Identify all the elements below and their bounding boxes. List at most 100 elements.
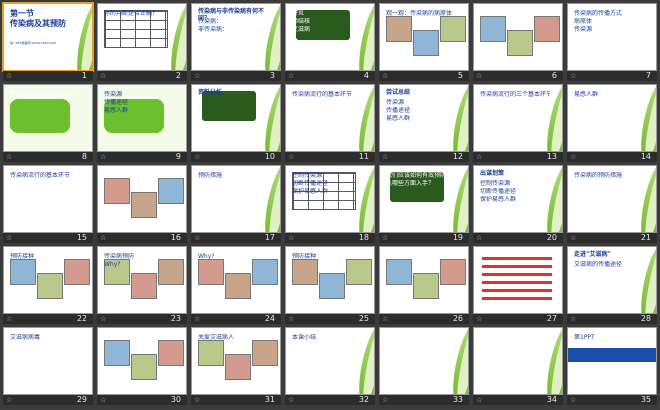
- star-icon: ☆: [476, 72, 483, 80]
- slide-thumbnail-14[interactable]: 易感人群 ☆ 14: [566, 83, 658, 163]
- slide-number: 28: [640, 314, 651, 323]
- slide-thumbnail-17[interactable]: 预防措施 ☆ 17: [190, 164, 282, 244]
- slide-thumbnail-8[interactable]: 传染病的流行必须具备三个环节☆8: [2, 83, 94, 163]
- slide-preview: 传染病流行的基本环节: [3, 165, 93, 233]
- slide-thumbnail-21[interactable]: 传染病的预防措施 ☆ 21: [566, 164, 658, 244]
- text-line: [482, 297, 552, 300]
- slide-number: 1: [81, 71, 87, 80]
- slide-text: 传染病流行的基本环节: [292, 91, 353, 98]
- photo-image: [131, 354, 157, 380]
- slide-number-bar: ☆ 4: [285, 71, 375, 81]
- star-icon: ☆: [194, 315, 201, 323]
- star-icon: ☆: [100, 153, 107, 161]
- slide-number-bar: ☆ 20: [473, 233, 563, 243]
- slide-number: 12: [452, 152, 463, 161]
- slide-thumbnail-18[interactable]: 控制传染源 切断传播途径 保护易感人群 ☆ 18: [284, 164, 376, 244]
- slide-sorter-grid: 第一节 传染病及其预防 第一PPT模板网 WWW.1PPT.COM ☆ 1 你的判断是否…: [2, 2, 658, 406]
- photo-image: [225, 273, 251, 299]
- slide-number: 4: [363, 71, 369, 80]
- slide-thumbnail-26[interactable]: ☆ 26: [378, 245, 470, 325]
- photo-image: [346, 259, 372, 285]
- slide-number: 30: [170, 395, 181, 404]
- slide-number-bar: ☆ 21: [567, 233, 657, 243]
- star-icon: ☆: [288, 315, 295, 323]
- slide-preview: 预防接种: [285, 246, 375, 314]
- slide-thumbnail-28[interactable]: 走进“艾滋病” 艾滋病的传播途径 ☆ 28: [566, 245, 658, 325]
- slide-preview: Why?: [191, 246, 281, 314]
- slide-thumbnail-1[interactable]: 第一节 传染病及其预防 第一PPT模板网 WWW.1PPT.COM ☆ 1: [2, 2, 94, 82]
- slide-thumbnail-7[interactable]: 传染病的传播方式 病原体 传染源 ☆ 7: [566, 2, 658, 82]
- slide-text: 艾滋病: [292, 26, 311, 33]
- slide-thumbnail-20[interactable]: 出谋划策 控制传染源 切断传播途径 保护易感人群 ☆ 20: [472, 164, 564, 244]
- slide-thumbnail-19[interactable]: 我们应该如何有效预防传染病呢？从哪些方面入手？☆19: [378, 164, 470, 244]
- slide-thumbnail-15[interactable]: 传染病流行的基本环节 ☆ 15: [2, 164, 94, 244]
- slide-preview: 传染病的传播方式 病原体 传染源: [567, 3, 657, 71]
- slide-text: 病原体: [574, 18, 593, 25]
- slide-number-bar: ☆ 17: [191, 233, 281, 243]
- slide-thumbnail-3[interactable]: 传染病与非传染病有何不同？ 传染病： 非传染病： ☆ 3: [190, 2, 282, 82]
- slide-text: 非传染病：: [198, 26, 229, 33]
- star-icon: ☆: [100, 234, 107, 242]
- star-icon: ☆: [6, 234, 13, 242]
- photo-image: [131, 192, 157, 218]
- slide-thumbnail-11[interactable]: 传染病流行的基本环节 ☆ 11: [284, 83, 376, 163]
- star-icon: ☆: [100, 396, 107, 404]
- slide-thumbnail-9[interactable]: 传染源 传播途径 易感人群 ☆ 9: [96, 83, 188, 163]
- slide-thumbnail-12[interactable]: 尝试总结 传染源 传播途径 易感人群 ☆ 12: [378, 83, 470, 163]
- star-icon: ☆: [382, 72, 389, 80]
- slide-number-bar: ☆ 15: [3, 233, 93, 243]
- slide-thumbnail-4[interactable]: 肝炎 肺结核 艾滋病 ☆ 4: [284, 2, 376, 82]
- slide-preview: [97, 165, 187, 233]
- slide-number: 16: [170, 233, 181, 242]
- slide-thumbnail-33[interactable]: ☆ 33: [378, 326, 470, 406]
- slide-thumbnail-31[interactable]: 关爱艾滋病人 ☆ 31: [190, 326, 282, 406]
- photo-image: [198, 340, 224, 366]
- star-icon: ☆: [476, 234, 483, 242]
- photo-image: [440, 259, 466, 285]
- star-icon: ☆: [6, 153, 13, 161]
- star-icon: ☆: [194, 234, 201, 242]
- slide-thumbnail-6[interactable]: ☆ 6: [472, 2, 564, 82]
- slide-number: 33: [452, 395, 463, 404]
- photo-image: [480, 16, 506, 42]
- slide-thumbnail-22[interactable]: 预防接种 ☆ 22: [2, 245, 94, 325]
- slide-number: 29: [76, 395, 87, 404]
- slide-number: 22: [76, 314, 87, 323]
- star-icon: ☆: [476, 315, 483, 323]
- slide-thumbnail-32[interactable]: 本课小结 ☆ 32: [284, 326, 376, 406]
- star-icon: ☆: [476, 153, 483, 161]
- slide-thumbnail-5[interactable]: 观一观：传染病的病原体 ☆ 5: [378, 2, 470, 82]
- slide-number-bar: ☆ 6: [473, 71, 563, 81]
- slide-thumbnail-10[interactable]: 资料分析 ☆ 10: [190, 83, 282, 163]
- slide-thumbnail-13[interactable]: 传染病流行的三个基本环节 ☆ 13: [472, 83, 564, 163]
- slide-thumbnail-24[interactable]: Why? ☆ 24: [190, 245, 282, 325]
- slide-thumbnail-29[interactable]: 艾滋病病毒 ☆ 29: [2, 326, 94, 406]
- slide-number: 15: [76, 233, 87, 242]
- slide-thumbnail-35[interactable]: 第1PPT ☆ 35: [566, 326, 658, 406]
- star-icon: ☆: [100, 315, 107, 323]
- slide-text: 控制传染源: [292, 172, 323, 179]
- slide-number-bar: ☆ 26: [379, 314, 469, 324]
- slide-title: 尝试总结: [386, 89, 411, 96]
- slide-number-bar: ☆ 11: [285, 152, 375, 162]
- slide-number-bar: ☆ 2: [97, 71, 187, 81]
- slide-thumbnail-2[interactable]: 你的判断是否正确？ ☆ 2: [96, 2, 188, 82]
- slide-thumbnail-34[interactable]: ☆ 34: [472, 326, 564, 406]
- slide-text: 控制传染源: [480, 180, 511, 187]
- slide-thumbnail-30[interactable]: ☆ 30: [96, 326, 188, 406]
- slide-preview: [379, 327, 469, 395]
- slide-text: 预防接种: [10, 253, 35, 260]
- slide-number-bar: ☆ 13: [473, 152, 563, 162]
- slide-number: 7: [645, 71, 651, 80]
- slide-preview: 控制传染源 切断传播途径 保护易感人群: [285, 165, 375, 233]
- slide-text: 第一PPT模板网 WWW.1PPT.COM: [10, 41, 56, 45]
- slide-number-bar: ☆ 14: [567, 152, 657, 162]
- slide-text: 传染病流行的三个基本环节: [480, 91, 550, 98]
- slide-thumbnail-16[interactable]: ☆ 16: [96, 164, 188, 244]
- slide-thumbnail-27[interactable]: ☆ 27: [472, 245, 564, 325]
- slide-thumbnail-23[interactable]: 传染病预防 Why? ☆ 23: [96, 245, 188, 325]
- slide-title: 资料分析: [198, 89, 223, 96]
- slide-number: 27: [546, 314, 557, 323]
- slide-thumbnail-25[interactable]: 预防接种 ☆ 25: [284, 245, 376, 325]
- slide-text: 艾滋病病毒: [10, 334, 41, 341]
